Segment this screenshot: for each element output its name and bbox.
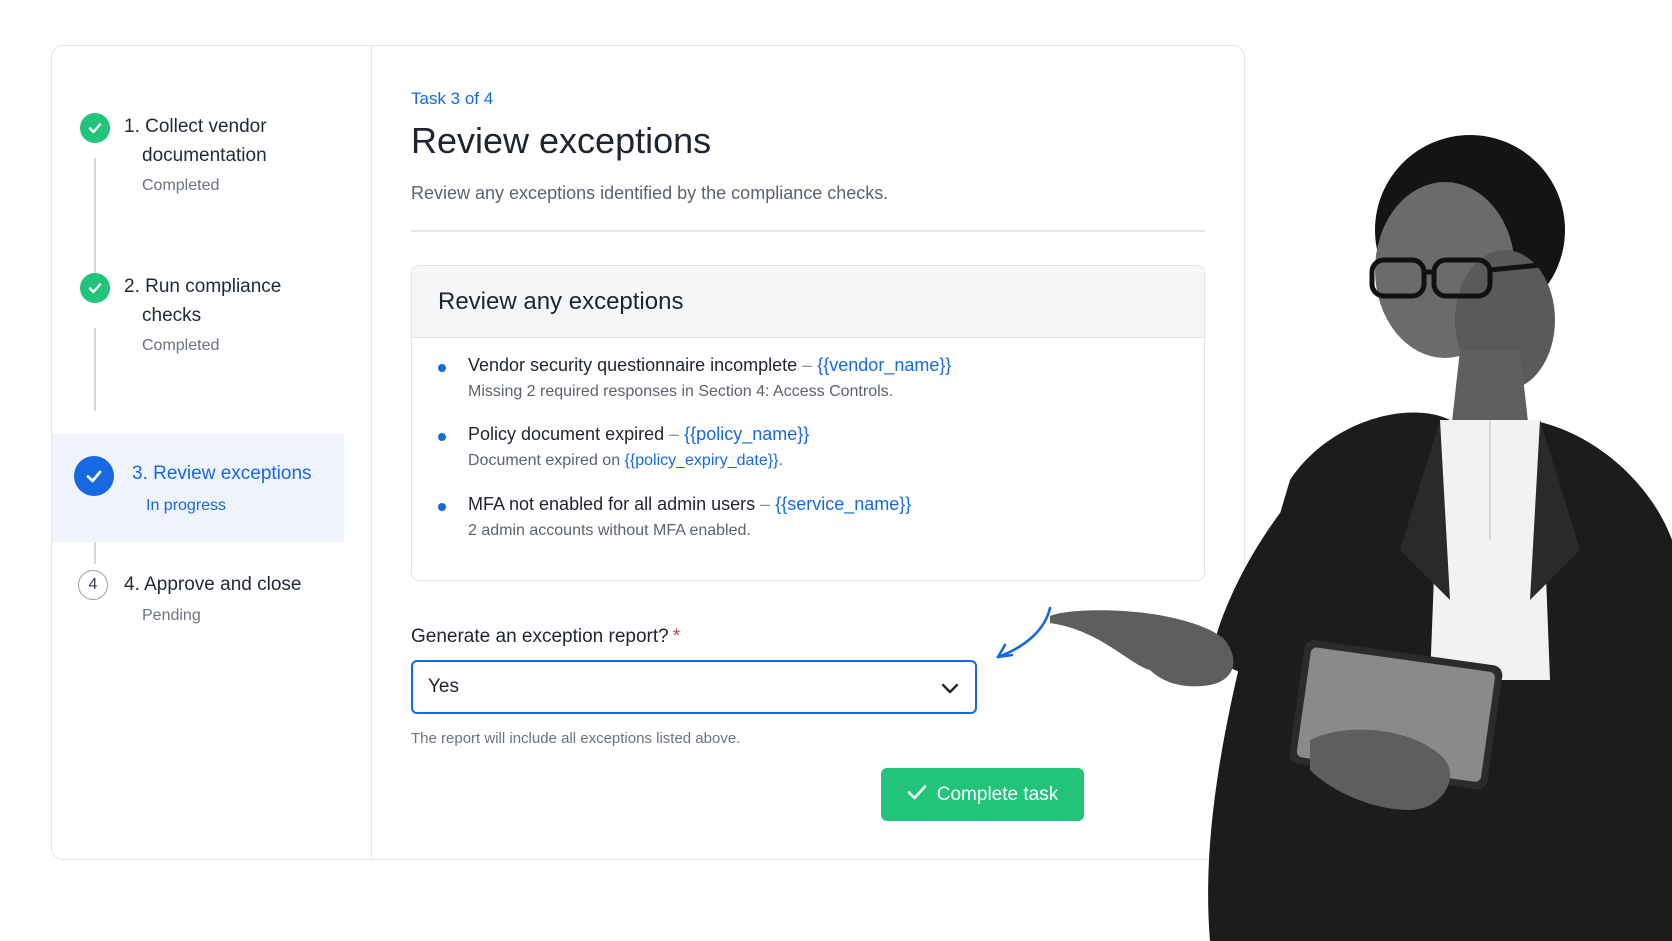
template-token: {{vendor_name}} [817,355,952,375]
bullet-dot [438,364,446,372]
step-approve-and-close[interactable]: 4 4. Approve and close Pending [52,566,344,646]
report-field-label: Generate an exception report? * [411,626,681,647]
check-circle-icon [80,273,110,303]
select-value: Yes [428,676,459,697]
complete-task-label: Complete task [936,783,1059,805]
step-title: 2. Run compliance checks [124,276,282,326]
step-status: In progress [146,497,227,514]
page-subtitle: Review any exceptions identified by the … [411,183,889,203]
step-title: 1. Collect vendor documentation [124,116,267,166]
step-title: 4. Approve and close [124,574,302,595]
exception-title: Vendor security questionnaire incomplete… [468,355,952,375]
check-icon [907,784,927,806]
exception-detail: 2 admin accounts without MFA enabled. [468,522,751,539]
step-title: 3. Review exceptions [132,463,312,484]
required-marker: * [672,626,681,647]
presenter-pointing-hand [1050,610,1234,687]
check-circle-icon [80,113,110,143]
exception-detail: Document expired on {{policy_expiry_date… [468,452,783,469]
exception-title: Policy document expired – {{policy_name}… [468,424,810,444]
step-review-exceptions[interactable]: 3. Review exceptions In progress [52,434,344,542]
task-counter: Task 3 of 4 [411,89,494,108]
presenter-illustration [1050,135,1672,941]
step-number-badge: 4 [78,570,108,600]
step-collect-vendor-documentation[interactable]: 1. Collect vendor documentation Complete… [52,96,344,226]
stepper-sidebar: 1. Collect vendor documentation Complete… [52,46,372,859]
step-status: Pending [142,607,201,624]
template-token: {{service_name}} [775,494,912,514]
check-circle-icon [74,456,114,496]
template-token: {{policy_name}} [684,424,810,444]
step-status: Completed [142,337,220,354]
bullet-dot [438,503,446,511]
exception-report-select[interactable]: Yes [411,660,977,714]
step-run-compliance-checks[interactable]: 2. Run compliance checks Completed [52,266,344,396]
exception-detail: Missing 2 required responses in Section … [468,383,894,400]
bullet-dot [438,433,446,441]
page-title: Review exceptions [411,120,712,161]
template-token: {{policy_expiry_date}} [624,452,779,469]
exception-title: MFA not enabled for all admin users – {{… [468,494,912,514]
field-hint: The report will include all exceptions l… [411,730,741,747]
chevron-down-icon [941,679,959,701]
step-status: Completed [142,177,220,194]
